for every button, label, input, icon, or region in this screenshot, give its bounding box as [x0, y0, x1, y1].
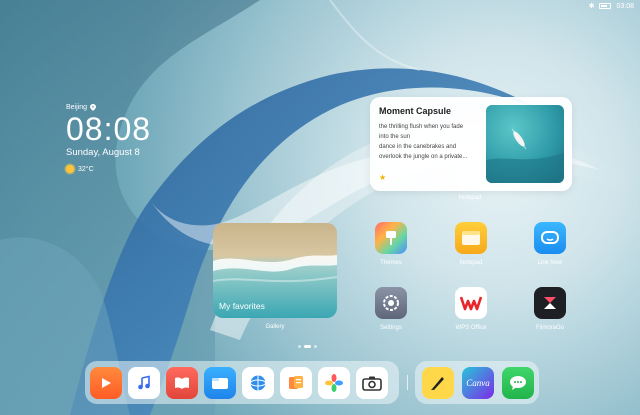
app-settings[interactable]: Settings [361, 287, 421, 331]
battery-icon [599, 3, 612, 9]
bluetooth-icon: ✱ [588, 3, 595, 10]
music-icon[interactable] [128, 366, 160, 399]
gallery-caption: My favorites [219, 301, 265, 311]
page-dot[interactable] [314, 345, 317, 348]
link-now-icon [534, 222, 566, 254]
notepad-widget[interactable]: Moment Capsule the thrilling flush when … [370, 97, 572, 191]
notepad-body: the thrilling flush when you fade into t… [379, 122, 487, 162]
files-icon[interactable] [204, 366, 236, 399]
status-bar: ✱ 03:08 [589, 0, 634, 12]
filmorago-icon [534, 287, 566, 319]
notepad-title: Moment Capsule [379, 106, 452, 116]
clock-widget[interactable]: Beijing 08:08 Sunday, August 8 32°C [66, 104, 151, 173]
app-wps-office[interactable]: WPS Office [441, 287, 501, 331]
notepad-line: into the sun [379, 134, 411, 140]
messages-icon[interactable] [502, 366, 534, 399]
app-label: Themes [380, 260, 402, 266]
app-notepad[interactable]: Notepad [441, 222, 501, 266]
weather-row: 32°C [66, 165, 151, 173]
gallery-widget[interactable]: My favorites [213, 223, 337, 318]
browser-icon[interactable] [242, 366, 274, 399]
app-label: FilmoraGo [535, 325, 564, 331]
clock-city: Beijing [66, 104, 88, 111]
notepad-line: the thrilling flush when you fade [379, 124, 464, 130]
location-icon [90, 104, 97, 111]
notepad-widget-label: Notepad [458, 195, 482, 201]
sun-icon [66, 165, 74, 173]
home-screen: ✱ 03:08 Beijing 08:08 Sunday, August 8 3… [0, 0, 640, 415]
page-indicator[interactable] [298, 345, 317, 348]
themes-icon [375, 222, 407, 254]
dock [85, 361, 399, 404]
notepad-icon [455, 222, 487, 254]
app-link-now[interactable]: Link Now [520, 222, 580, 266]
clock-time: 08:08 [66, 111, 152, 147]
wps-office-icon [455, 287, 487, 319]
gallery-widget-label: Gallery [265, 324, 285, 330]
dock-divider [407, 375, 408, 390]
video-icon[interactable] [90, 366, 122, 399]
pen-app-icon[interactable] [422, 366, 454, 399]
camera-icon[interactable] [356, 366, 388, 399]
app-filmorago[interactable]: FilmoraGo [520, 287, 580, 331]
wallpaper [0, 0, 640, 415]
notepad-line: dance in the canebrakes and [379, 144, 457, 150]
weather-temperature: 32°C [78, 165, 94, 173]
docs-icon[interactable] [280, 366, 312, 399]
notepad-line: overlook the jungle on a private... [379, 154, 468, 160]
app-label: Link Now [537, 260, 563, 266]
canva-icon[interactable]: Canva [462, 366, 494, 399]
books-icon[interactable] [166, 366, 198, 399]
dock-recent: Canva [415, 361, 539, 404]
app-label: WPS Office [455, 325, 487, 331]
clock-date: Sunday, August 8 [66, 147, 140, 158]
canva-logo-text: Canva [466, 377, 490, 388]
app-label: Settings [380, 325, 402, 331]
clock-city-row: Beijing [66, 104, 151, 111]
app-label: Notepad [459, 260, 483, 266]
app-themes[interactable]: Themes [361, 222, 421, 266]
photos-icon[interactable] [318, 366, 350, 399]
page-dot-active[interactable] [304, 345, 311, 348]
notepad-photo [486, 105, 564, 183]
page-dot[interactable] [298, 345, 301, 348]
status-time: 03:08 [616, 2, 634, 10]
settings-icon [375, 287, 407, 319]
star-icon: ★ [379, 173, 387, 182]
